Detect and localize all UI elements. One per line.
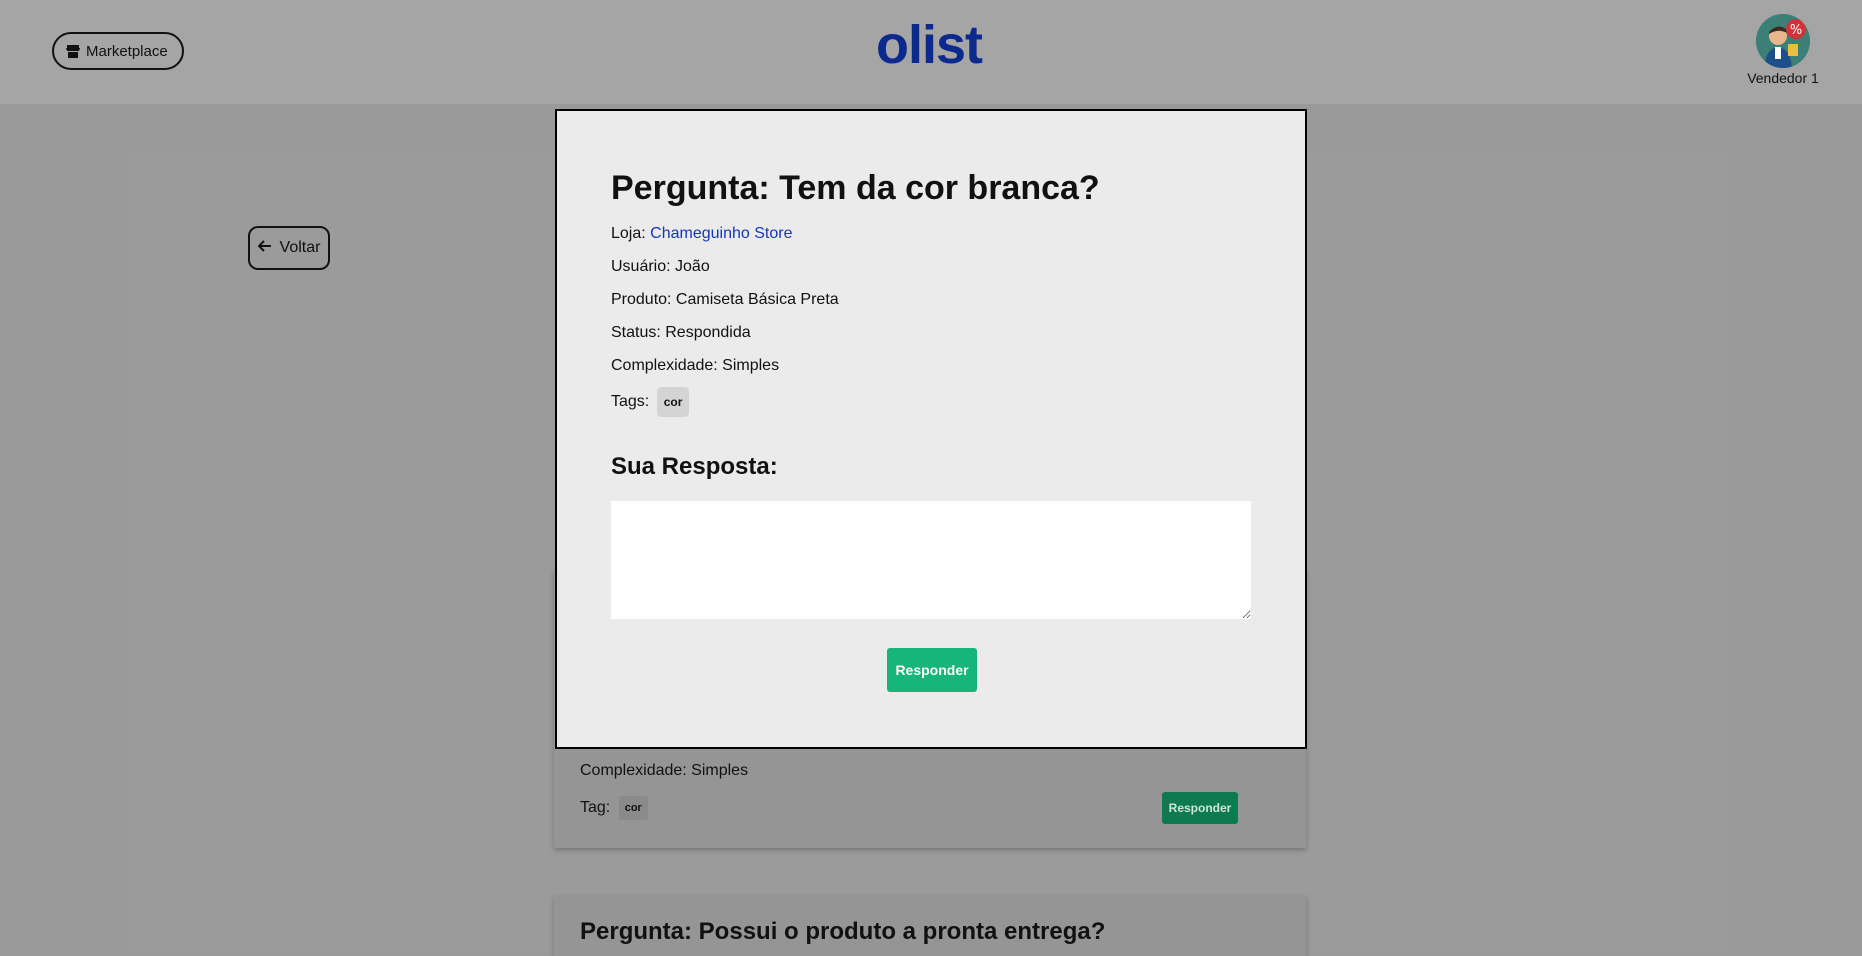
- store-link[interactable]: Chameguinho Store: [650, 225, 792, 242]
- question-card: Pergunta: Possui o produto a pronta entr…: [554, 896, 1306, 956]
- user-line: Usuário: João: [611, 258, 710, 275]
- store-line: Loja: Chameguinho Store: [611, 225, 792, 243]
- card-tag-label: Tag:: [580, 799, 611, 817]
- respond-button[interactable]: Responder: [887, 648, 977, 692]
- status-line: Status: Respondida: [611, 324, 751, 341]
- arrow-left-icon: [257, 239, 272, 257]
- store-label: Loja:: [611, 225, 646, 242]
- back-button[interactable]: Voltar: [248, 226, 330, 270]
- answer-title: Sua Resposta:: [611, 453, 778, 480]
- card-tag: cor: [618, 796, 648, 820]
- card-title: Pergunta: Possui o produto a pronta entr…: [580, 918, 1106, 945]
- card-complexity: Complexidade: Simples: [580, 762, 749, 779]
- svg-text:%: %: [1790, 23, 1802, 38]
- user-name: Vendedor 1: [1747, 70, 1819, 86]
- avatar[interactable]: %: [1756, 14, 1810, 68]
- answer-textarea[interactable]: [611, 501, 1251, 619]
- top-header: Marketplace olist % Vendedor 1: [0, 0, 1862, 104]
- tags-label: Tags:: [611, 393, 650, 411]
- tag-badge: cor: [656, 387, 690, 417]
- modal-title: Pergunta: Tem da cor branca?: [611, 169, 1100, 207]
- marketplace-button[interactable]: Marketplace: [52, 32, 184, 70]
- tags-line: Tags: cor: [611, 387, 690, 417]
- store-icon: [66, 44, 80, 58]
- product-line: Produto: Camiseta Básica Preta: [611, 291, 839, 308]
- question-modal: Pergunta: Tem da cor branca? Loja: Chame…: [555, 109, 1307, 749]
- back-label: Voltar: [279, 239, 321, 256]
- card-tags: Tag: cor: [580, 796, 648, 820]
- user-menu[interactable]: % Vendedor 1: [1746, 14, 1820, 86]
- marketplace-label: Marketplace: [86, 42, 168, 60]
- card-respond-button[interactable]: Responder: [1162, 792, 1238, 824]
- olist-logo[interactable]: olist: [876, 18, 983, 72]
- complexity-line: Complexidade: Simples: [611, 357, 780, 374]
